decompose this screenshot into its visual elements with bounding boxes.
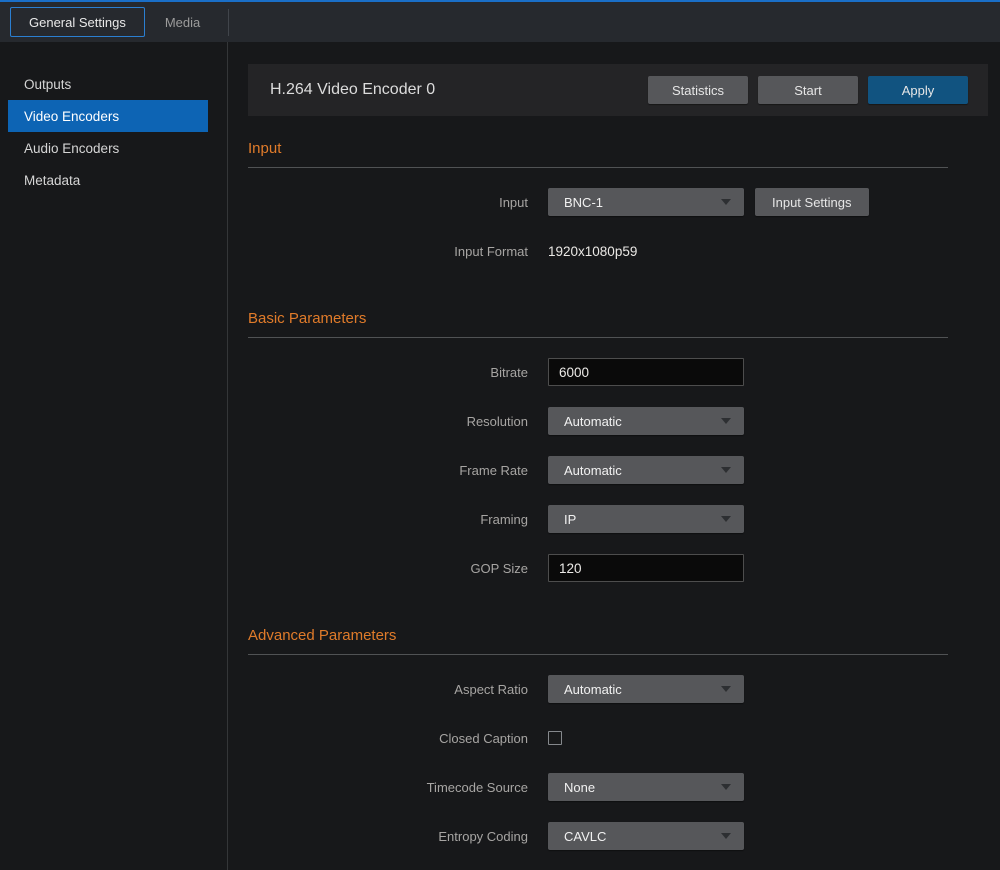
chevron-down-icon	[721, 467, 731, 473]
tab-general-settings[interactable]: General Settings	[10, 7, 145, 37]
section-divider	[248, 167, 948, 168]
input-format-row: Input Format 1920x1080p59	[248, 237, 948, 265]
entropy-coding-select[interactable]: CAVLC	[548, 822, 744, 850]
bitrate-input[interactable]	[548, 358, 744, 386]
header-buttons: Statistics Start Apply	[648, 76, 968, 104]
chevron-down-icon	[721, 199, 731, 205]
top-tab-bar: General Settings Media	[0, 0, 1000, 42]
section-input: Input Input BNC-1 Input Settings Input F…	[248, 140, 948, 265]
frame-rate-row: Frame Rate Automatic	[248, 456, 948, 484]
sidebar-item-audio-encoders-label: Audio Encoders	[24, 141, 119, 156]
framing-label: Framing	[248, 512, 548, 527]
input-row: Input BNC-1 Input Settings	[248, 188, 948, 216]
sidebar-item-video-encoders-label: Video Encoders	[24, 109, 119, 124]
aspect-ratio-label: Aspect Ratio	[248, 682, 548, 697]
input-select-value: BNC-1	[548, 195, 603, 210]
bitrate-label: Bitrate	[248, 365, 548, 380]
chevron-down-icon	[721, 833, 731, 839]
sidebar-item-metadata-label: Metadata	[24, 173, 80, 188]
closed-caption-checkbox[interactable]	[548, 731, 562, 745]
resolution-row: Resolution Automatic	[248, 407, 948, 435]
tab-media-label: Media	[165, 15, 200, 30]
aspect-ratio-select[interactable]: Automatic	[548, 675, 744, 703]
chevron-down-icon	[721, 418, 731, 424]
frame-rate-select[interactable]: Automatic	[548, 456, 744, 484]
resolution-select-value: Automatic	[548, 414, 622, 429]
sidebar: Outputs Video Encoders Audio Encoders Me…	[0, 42, 228, 870]
chevron-down-icon	[721, 516, 731, 522]
gop-size-row: GOP Size	[248, 554, 948, 582]
input-label: Input	[248, 195, 548, 210]
sidebar-item-audio-encoders[interactable]: Audio Encoders	[8, 132, 208, 164]
frame-rate-label: Frame Rate	[248, 463, 548, 478]
main-layout: Outputs Video Encoders Audio Encoders Me…	[0, 42, 1000, 870]
aspect-ratio-row: Aspect Ratio Automatic	[248, 675, 948, 703]
chevron-down-icon	[721, 784, 731, 790]
input-format-value: 1920x1080p59	[548, 244, 637, 259]
chevron-down-icon	[721, 686, 731, 692]
entropy-coding-label: Entropy Coding	[248, 829, 548, 844]
entropy-coding-select-value: CAVLC	[548, 829, 606, 844]
sidebar-item-metadata[interactable]: Metadata	[8, 164, 208, 196]
tab-general-settings-label: General Settings	[29, 15, 126, 30]
input-select[interactable]: BNC-1	[548, 188, 744, 216]
closed-caption-label: Closed Caption	[248, 731, 548, 746]
timecode-source-row: Timecode Source None	[248, 773, 948, 801]
timecode-source-select-value: None	[548, 780, 595, 795]
encoder-header-bar: H.264 Video Encoder 0 Statistics Start A…	[248, 64, 988, 116]
sidebar-item-outputs[interactable]: Outputs	[8, 68, 208, 100]
frame-rate-select-value: Automatic	[548, 463, 622, 478]
tab-media[interactable]: Media	[149, 7, 216, 37]
closed-caption-row: Closed Caption	[248, 724, 948, 752]
content-area: H.264 Video Encoder 0 Statistics Start A…	[228, 42, 1000, 870]
resolution-label: Resolution	[248, 414, 548, 429]
start-button[interactable]: Start	[758, 76, 858, 104]
entropy-coding-row: Entropy Coding CAVLC	[248, 822, 948, 850]
timecode-source-label: Timecode Source	[248, 780, 548, 795]
section-input-heading: Input	[248, 140, 948, 157]
input-format-label: Input Format	[248, 244, 548, 259]
section-basic-heading: Basic Parameters	[248, 310, 948, 327]
timecode-source-select[interactable]: None	[548, 773, 744, 801]
gop-size-label: GOP Size	[248, 561, 548, 576]
input-settings-button[interactable]: Input Settings	[755, 188, 869, 216]
section-basic-parameters: Basic Parameters Bitrate Resolution Auto…	[248, 310, 948, 582]
sidebar-item-video-encoders[interactable]: Video Encoders	[8, 100, 208, 132]
page-title: H.264 Video Encoder 0	[270, 81, 435, 99]
gop-size-input[interactable]	[548, 554, 744, 582]
resolution-select[interactable]: Automatic	[548, 407, 744, 435]
section-advanced-heading: Advanced Parameters	[248, 627, 948, 644]
tab-divider	[228, 9, 229, 36]
framing-row: Framing IP	[248, 505, 948, 533]
section-divider	[248, 337, 948, 338]
sidebar-item-outputs-label: Outputs	[24, 77, 71, 92]
apply-button[interactable]: Apply	[868, 76, 968, 104]
bitrate-row: Bitrate	[248, 358, 948, 386]
framing-select-value: IP	[548, 512, 576, 527]
framing-select[interactable]: IP	[548, 505, 744, 533]
section-divider	[248, 654, 948, 655]
aspect-ratio-select-value: Automatic	[548, 682, 622, 697]
statistics-button[interactable]: Statistics	[648, 76, 748, 104]
section-advanced-parameters: Advanced Parameters Aspect Ratio Automat…	[248, 627, 948, 850]
